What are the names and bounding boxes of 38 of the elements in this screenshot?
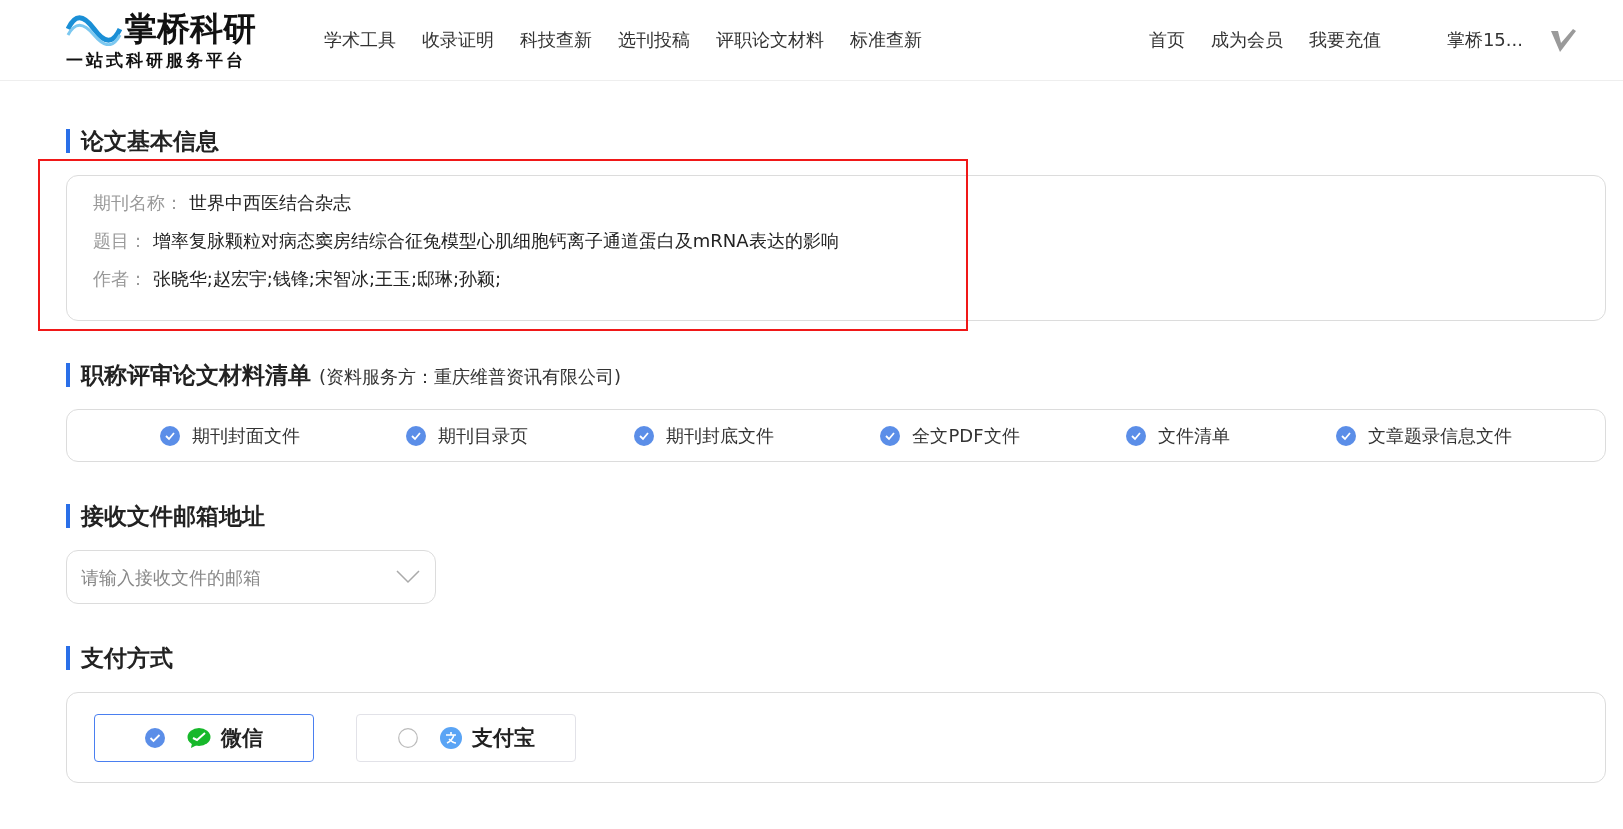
material-label: 期刊封面文件 bbox=[192, 423, 301, 448]
field-value: 张晓华;赵宏宇;钱锋;宋智冰;王玉;邸琳;孙颖; bbox=[152, 268, 502, 289]
payment-option[interactable]: 支付宝 bbox=[356, 713, 576, 762]
field-label: 作者： bbox=[93, 268, 147, 289]
user-name-link[interactable]: 掌桥15... bbox=[1446, 28, 1523, 52]
material-label: 期刊目录页 bbox=[438, 423, 529, 448]
section-title: 职称评审论文材料清单 bbox=[66, 363, 311, 387]
field-value: 增率复脉颗粒对病态窦房结综合征兔模型心肌细胞钙离子通道蛋白及mRNA表达的影响 bbox=[152, 230, 839, 251]
material-label: 期刊封底文件 bbox=[666, 423, 775, 448]
v-badge-icon bbox=[1549, 27, 1577, 53]
nav-link[interactable]: 成为会员 bbox=[1210, 28, 1283, 52]
alipay-circle-icon bbox=[439, 726, 462, 749]
nav-link[interactable]: 学术工具 bbox=[324, 28, 396, 52]
field-label: 期刊名称： bbox=[93, 192, 183, 213]
payment-option[interactable]: 微信 bbox=[94, 713, 314, 762]
nav-link[interactable]: 选刊投稿 bbox=[618, 28, 690, 52]
section-title: 接收文件邮箱地址 bbox=[66, 504, 1606, 528]
nav-link[interactable]: 首页 bbox=[1148, 28, 1185, 52]
section-title: 支付方式 bbox=[66, 646, 1606, 670]
nav-link[interactable]: 标准查新 bbox=[850, 28, 922, 52]
logo-slogan: 一站式科研服务平台 bbox=[66, 48, 247, 72]
radio-empty-icon bbox=[397, 727, 418, 748]
material-label: 文章题录信息文件 bbox=[1367, 423, 1512, 448]
radio-checked-icon bbox=[145, 727, 165, 748]
material-label: 全文PDF文件 bbox=[912, 423, 1020, 448]
nav-link[interactable]: 收录证明 bbox=[422, 28, 494, 52]
chat-bubble-icon bbox=[187, 726, 211, 749]
chevron-down-icon bbox=[396, 570, 420, 584]
nav-link[interactable]: 我要充值 bbox=[1308, 28, 1381, 52]
nav-link[interactable]: 评职论文材料 bbox=[716, 28, 824, 52]
material-label: 文件清单 bbox=[1157, 423, 1230, 448]
nav-link[interactable]: 科技查新 bbox=[520, 28, 592, 52]
section-title: 论文基本信息 bbox=[66, 129, 1606, 153]
provider-note: (资料服务方：重庆维普资讯有限公司) bbox=[319, 365, 622, 389]
logo-title[interactable]: 掌桥科研 bbox=[124, 8, 256, 49]
field-label: 题目： bbox=[93, 230, 147, 251]
email-field[interactable]: 请输入接收文件的邮箱 bbox=[66, 550, 436, 604]
field-value: 世界中西医结合杂志 bbox=[188, 192, 351, 213]
